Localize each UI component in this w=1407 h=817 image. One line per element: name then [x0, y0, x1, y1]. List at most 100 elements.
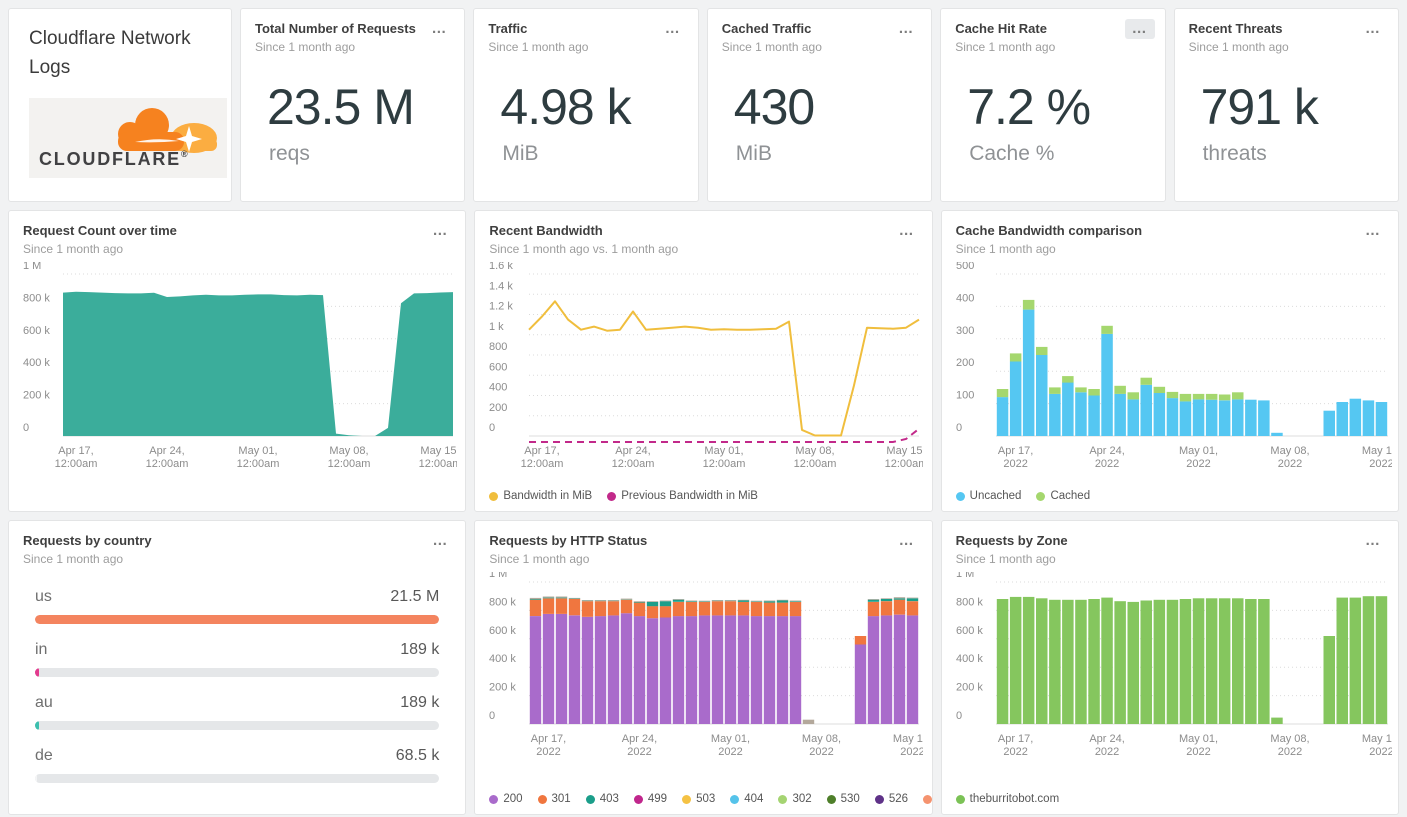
country-bar-track: [35, 721, 440, 731]
legend-label: 503: [696, 793, 716, 805]
svg-text:May 15,: May 15,: [887, 445, 924, 457]
panel-subtitle: Since 1 month ago: [721, 40, 822, 55]
legend-item[interactable]: 524: [923, 793, 932, 805]
legend-item[interactable]: Previous Bandwidth in MiB: [607, 490, 758, 502]
svg-text:0: 0: [489, 422, 495, 434]
svg-text:2022: 2022: [1003, 746, 1027, 758]
panel-menu-icon[interactable]: …: [424, 19, 454, 39]
svg-text:2022: 2022: [1094, 458, 1118, 470]
country-bar-track: [35, 615, 440, 625]
legend-item[interactable]: 530: [826, 793, 860, 805]
svg-text:May 08,: May 08,: [796, 445, 835, 457]
country-label: in: [35, 641, 48, 659]
recent-bandwidth-chart[interactable]: 1.6 k1.4 k1.2 k1 k8006004002000Apr 17,12…: [489, 262, 923, 490]
dashboard-title: Cloudflare Network Logs: [29, 28, 191, 78]
country-bar-track: [35, 774, 440, 784]
panel-subtitle: Since 1 month ago: [488, 40, 589, 55]
legend-dot-icon: [633, 794, 643, 804]
stat-value: 23.5 M: [267, 79, 415, 136]
svg-text:Apr 24,: Apr 24,: [616, 445, 651, 457]
svg-text:Apr 24,: Apr 24,: [1089, 733, 1124, 745]
svg-text:600 k: 600 k: [956, 625, 983, 637]
svg-text:1 M: 1 M: [956, 572, 974, 580]
legend-dot-icon: [682, 794, 692, 804]
legend-dot-icon: [1036, 491, 1046, 501]
panel-title: Request Count over time: [23, 223, 177, 238]
legend-item[interactable]: 499: [633, 793, 667, 805]
svg-text:800: 800: [489, 341, 507, 353]
legend-item[interactable]: 404: [730, 793, 763, 805]
legend-label: 301: [551, 793, 571, 805]
panel-cache-bandwidth: Cache Bandwidth comparison Since 1 month…: [940, 210, 1399, 512]
cache-bandwidth-chart[interactable]: 5004003002001000Apr 17,2022Apr 24,2022Ma…: [956, 262, 1392, 490]
svg-text:1 M: 1 M: [23, 262, 41, 272]
legend-dot-icon: [489, 491, 499, 501]
svg-text:May 15,: May 15,: [1362, 733, 1392, 745]
country-value: 21.5 M: [390, 588, 440, 606]
panel-menu-icon[interactable]: …: [658, 19, 688, 39]
legend-item[interactable]: Bandwidth in MiB: [489, 490, 592, 502]
svg-text:May 01,: May 01,: [705, 445, 744, 457]
legend-item[interactable]: 403: [585, 793, 619, 805]
country-bar-fill: [35, 668, 39, 678]
panel-total-requests: Total Number of Requests Since 1 month a…: [240, 8, 466, 202]
svg-text:May 01,: May 01,: [711, 733, 750, 745]
panel-menu-icon[interactable]: …: [1358, 531, 1388, 551]
svg-text:2022: 2022: [1003, 458, 1027, 470]
request-count-chart[interactable]: 1 M800 k600 k400 k200 k0Apr 17,12:00amAp…: [23, 262, 457, 490]
legend-item[interactable]: 200: [489, 793, 523, 805]
svg-text:0: 0: [956, 422, 962, 434]
legend-item[interactable]: 503: [682, 793, 715, 805]
country-label: de: [35, 747, 53, 765]
svg-text:12:00am: 12:00am: [612, 458, 655, 470]
legend-dot-icon: [730, 794, 740, 804]
legend-dot-icon: [537, 794, 547, 804]
svg-text:0: 0: [956, 710, 962, 722]
stat-unit: MiB: [735, 142, 772, 166]
svg-text:200 k: 200 k: [23, 390, 50, 402]
legend-label: 530: [840, 793, 860, 805]
legend-item[interactable]: 302: [778, 793, 812, 805]
svg-text:200 k: 200 k: [956, 682, 983, 694]
panel-title: Requests by HTTP Status: [489, 533, 648, 548]
svg-text:600 k: 600 k: [489, 625, 516, 637]
svg-text:800 k: 800 k: [489, 597, 516, 609]
legend-item[interactable]: 526: [874, 793, 908, 805]
chart-legend: Bandwidth in MiB Previous Bandwidth in Mi…: [489, 490, 758, 502]
panel-cached-traffic: Cached Traffic Since 1 month ago … 430 M…: [706, 8, 933, 202]
legend-item[interactable]: Cached: [1036, 490, 1090, 502]
legend-item[interactable]: Uncached: [955, 490, 1021, 502]
svg-text:Apr 17,: Apr 17,: [58, 445, 93, 457]
svg-text:Apr 17,: Apr 17,: [998, 445, 1033, 457]
panel-menu-icon[interactable]: …: [892, 221, 922, 241]
country-value: 189 k: [400, 694, 440, 712]
stat-unit: MiB: [502, 142, 539, 166]
panel-menu-icon[interactable]: …: [425, 221, 455, 241]
http-status-chart[interactable]: 1 M800 k600 k400 k200 k0Apr 17,2022Apr 2…: [489, 572, 923, 776]
panel-menu-icon[interactable]: …: [1358, 19, 1388, 39]
panel-menu-icon[interactable]: …: [892, 531, 922, 551]
stat-row: Cloudflare Network Logs CLOUDFLARE® Tota…: [8, 8, 1399, 202]
svg-text:Apr 17,: Apr 17,: [531, 733, 566, 745]
legend-label: 200: [503, 793, 523, 805]
panel-subtitle: Since 1 month ago: [1188, 40, 1289, 55]
svg-text:12:00am: 12:00am: [237, 458, 280, 470]
country-row: de 68.5 k: [35, 747, 440, 784]
cloudflare-wordmark: CLOUDFLARE®: [39, 149, 188, 169]
svg-text:400 k: 400 k: [956, 653, 983, 665]
panel-cache-hit-rate: Cache Hit Rate Since 1 month ago … 7.2 %…: [940, 8, 1166, 202]
zone-chart[interactable]: 1 M800 k600 k400 k200 k0Apr 17,2022Apr 2…: [956, 572, 1392, 776]
legend-item[interactable]: 301: [537, 793, 571, 805]
panel-menu-icon[interactable]: …: [1358, 221, 1388, 241]
legend-dot-icon: [489, 794, 499, 804]
panel-menu-icon[interactable]: …: [425, 531, 455, 551]
svg-text:600: 600: [489, 362, 507, 374]
svg-text:May 08,: May 08,: [1270, 445, 1309, 457]
svg-text:200: 200: [489, 402, 507, 414]
svg-text:12:00am: 12:00am: [146, 458, 189, 470]
legend-dot-icon: [585, 794, 595, 804]
legend-item[interactable]: theburritobot.com: [955, 793, 1059, 805]
panel-menu-icon[interactable]: …: [891, 19, 921, 39]
panel-menu-icon[interactable]: …: [1124, 19, 1155, 39]
svg-text:100: 100: [956, 390, 974, 402]
